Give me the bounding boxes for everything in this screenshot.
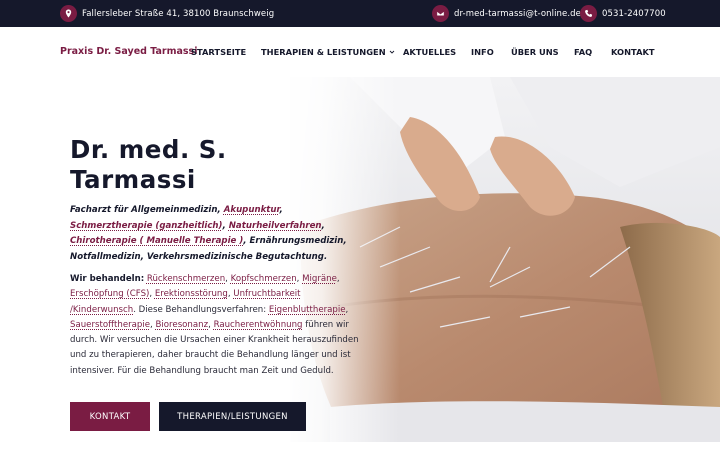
main-navigation: Praxis Dr. Sayed Tarmassi STARTSEITE THE…	[0, 27, 720, 78]
nav-item-faq[interactable]: FAQ	[574, 47, 592, 57]
nav-item-ueber-uns[interactable]: ÜBER UNS	[511, 47, 559, 57]
link-kopfschmerzen[interactable]: Kopfschmerzen	[231, 274, 297, 284]
link-bioresonanz[interactable]: Bioresonanz	[156, 320, 209, 330]
phone-icon	[580, 5, 597, 22]
top-contact-bar: Fallersleber Straße 41, 38100 Braunschwe…	[0, 0, 720, 27]
body-mid: . Diese Behandlungsverfahren:	[133, 304, 269, 315]
link-rueckenschmerzen[interactable]: Rückenschmerzen	[147, 274, 225, 284]
nav-item-kontakt[interactable]: KONTAKT	[611, 47, 655, 57]
nav-label: INFO	[471, 47, 494, 57]
link-erektionsstoerung[interactable]: Erektionsstörung	[155, 289, 228, 299]
nav-label: THERAPIEN & LEISTUNGEN	[261, 47, 386, 57]
link-sauerstofftherapie[interactable]: Sauerstofftherapie	[70, 320, 150, 330]
address-text: Fallersleber Straße 41, 38100 Braunschwe…	[82, 8, 275, 19]
link-chirotherapie[interactable]: Chirotherapie ( Manuelle Therapie )	[70, 236, 243, 246]
nav-label: STARTSEITE	[191, 47, 247, 57]
nav-item-therapien[interactable]: THERAPIEN & LEISTUNGEN	[261, 47, 395, 57]
lead-separator: ,	[279, 205, 283, 215]
hero-body-text: Wir behandeln: Rückenschmerzen, Kopfschm…	[70, 274, 359, 376]
link-raucherentwoehnung[interactable]: Raucherentwöhnung	[214, 320, 303, 330]
nav-label: ÜBER UNS	[511, 47, 559, 57]
hero-lead-text: Facharzt für Allgemeinmedizin, Akupunktu…	[70, 203, 360, 265]
link-eigenbluttherapie[interactable]: Eigenbluttherapie	[269, 305, 346, 315]
link-migraene[interactable]: Migräne	[302, 274, 337, 284]
nav-item-startseite[interactable]: STARTSEITE	[191, 47, 246, 57]
envelope-icon	[432, 5, 449, 22]
brand-logo-text[interactable]: Praxis Dr. Sayed Tarmassi	[60, 46, 197, 57]
address-item: Fallersleber Straße 41, 38100 Braunschwe…	[60, 5, 274, 22]
phone-item[interactable]: 0531-2407700	[580, 5, 666, 22]
kontakt-button[interactable]: KONTAKT	[70, 402, 150, 431]
link-schmerztherapie[interactable]: Schmerztherapie (ganzheitlich)	[70, 221, 222, 231]
link-erschoepfung[interactable]: Erschöpfung (CFS)	[70, 289, 149, 299]
phone-link[interactable]: 0531-2407700	[602, 9, 666, 19]
lead-prefix: Facharzt für Allgemeinmedizin,	[70, 205, 224, 215]
nav-label: KONTAKT	[611, 47, 655, 57]
treat-label: Wir behandeln:	[70, 274, 145, 284]
nav-item-aktuelles[interactable]: AKTUELLES	[403, 47, 456, 57]
nav-label: AKTUELLES	[403, 47, 457, 57]
map-pin-icon	[60, 5, 77, 22]
therapien-button[interactable]: THERAPIEN/LEISTUNGEN	[159, 402, 306, 431]
chevron-down-icon	[389, 50, 394, 54]
link-naturheilverfahren[interactable]: Naturheilverfahren	[229, 221, 322, 231]
link-akupunktur[interactable]: Akupunktur	[224, 205, 280, 215]
page-title: Dr. med. S. Tarmassi	[70, 135, 227, 194]
nav-item-info[interactable]: INFO	[471, 47, 494, 57]
nav-label: FAQ	[574, 47, 593, 57]
email-link[interactable]: dr-med-tarmassi@t-online.de	[454, 9, 581, 19]
email-item[interactable]: dr-med-tarmassi@t-online.de	[432, 5, 581, 22]
lead-separator: ,	[321, 220, 325, 231]
